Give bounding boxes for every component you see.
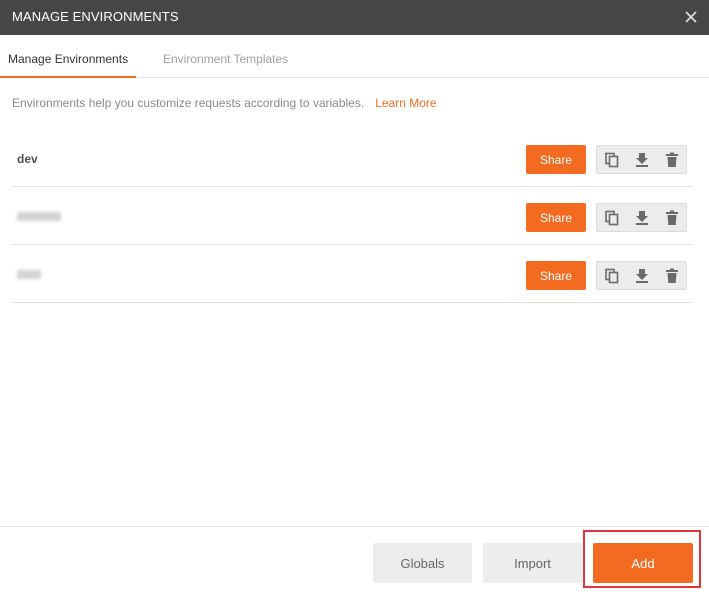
dialog-footer: Globals Import Add xyxy=(0,526,709,595)
trash-icon[interactable] xyxy=(664,152,680,168)
environment-name[interactable]: dev xyxy=(17,152,38,166)
row-actions xyxy=(596,261,687,290)
globals-button[interactable]: Globals xyxy=(373,543,472,583)
import-button[interactable]: Import xyxy=(483,543,582,583)
duplicate-icon[interactable] xyxy=(604,152,620,168)
add-button[interactable]: Add xyxy=(593,543,693,583)
duplicate-icon[interactable] xyxy=(604,268,620,284)
environment-name-redacted[interactable] xyxy=(17,270,41,279)
download-icon[interactable] xyxy=(634,210,650,226)
tab-manage-environments[interactable]: Manage Environments xyxy=(0,35,137,78)
learn-more-link[interactable]: Learn More xyxy=(375,96,436,110)
tab-environment-templates[interactable]: Environment Templates xyxy=(155,35,296,77)
row-actions xyxy=(596,203,687,232)
row-actions xyxy=(596,145,687,174)
environment-row[interactable]: dev Share xyxy=(12,129,693,187)
close-icon[interactable] xyxy=(681,7,701,27)
environment-row[interactable]: Share xyxy=(12,245,693,303)
environment-row[interactable]: Share xyxy=(12,187,693,245)
download-icon[interactable] xyxy=(634,152,650,168)
dialog-title: MANAGE ENVIRONMENTS xyxy=(12,9,179,24)
description-text: Environments help you customize requests… xyxy=(12,96,365,110)
environment-list: dev Share Share Share xyxy=(12,129,693,303)
share-button[interactable]: Share xyxy=(526,145,586,174)
trash-icon[interactable] xyxy=(664,210,680,226)
share-button[interactable]: Share xyxy=(526,203,586,232)
download-icon[interactable] xyxy=(634,268,650,284)
share-button[interactable]: Share xyxy=(526,261,586,290)
description: Environments help you customize requests… xyxy=(12,96,437,110)
dialog-header: MANAGE ENVIRONMENTS xyxy=(0,0,709,35)
duplicate-icon[interactable] xyxy=(604,210,620,226)
tab-bar: Manage Environments Environment Template… xyxy=(0,35,709,78)
environment-name-redacted[interactable] xyxy=(17,212,61,221)
trash-icon[interactable] xyxy=(664,268,680,284)
